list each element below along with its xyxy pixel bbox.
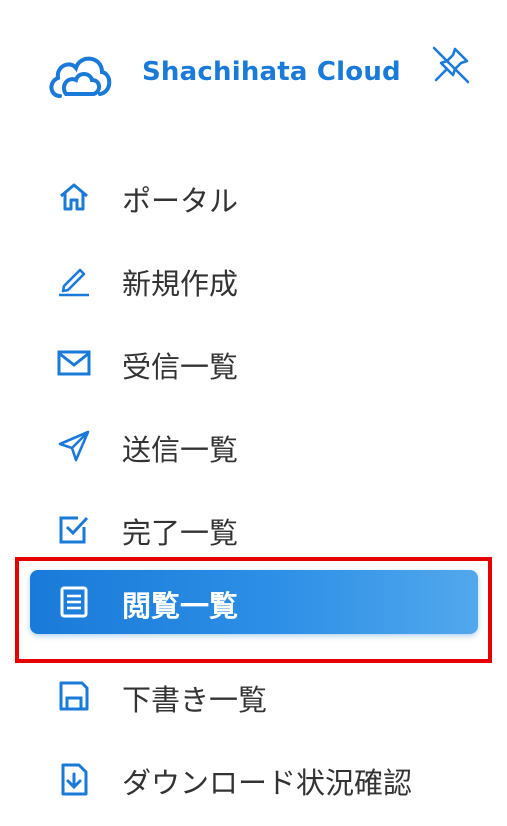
nav-item-label: 受信一覧 bbox=[122, 350, 239, 384]
nav-item-label: ダウンロード状況確認 bbox=[122, 766, 413, 800]
brand-name: Shachihata Cloud bbox=[142, 57, 401, 87]
nav-item-label: 下書き一覧 bbox=[122, 683, 268, 717]
nav-item-label: 新規作成 bbox=[122, 267, 239, 301]
nav-item-label: 完了一覧 bbox=[122, 516, 239, 550]
nav-item-download-status[interactable]: ダウンロード状況確認 bbox=[30, 747, 478, 811]
mail-icon bbox=[57, 350, 91, 376]
highlight-annotation-box bbox=[15, 557, 492, 663]
download-file-icon bbox=[61, 763, 88, 796]
nav-item-new[interactable]: 新規作成 bbox=[30, 248, 478, 312]
send-icon bbox=[58, 430, 90, 462]
save-icon bbox=[59, 681, 89, 711]
sidebar-header: Shachihata Cloud bbox=[0, 0, 507, 130]
nav-item-completed[interactable]: 完了一覧 bbox=[30, 497, 478, 561]
nav-item-label: ポータル bbox=[122, 184, 239, 218]
nav-item-inbox[interactable]: 受信一覧 bbox=[30, 331, 478, 395]
nav-item-sent[interactable]: 送信一覧 bbox=[30, 414, 478, 478]
check-box-icon bbox=[59, 516, 89, 544]
nav-item-portal[interactable]: ポータル bbox=[30, 165, 478, 229]
cloud-logo-icon bbox=[49, 56, 112, 98]
nav-item-label: 送信一覧 bbox=[122, 433, 239, 467]
home-icon bbox=[60, 183, 88, 211]
pin-icon[interactable] bbox=[428, 42, 474, 88]
nav-item-drafts[interactable]: 下書き一覧 bbox=[30, 664, 478, 728]
pen-icon bbox=[59, 268, 89, 297]
